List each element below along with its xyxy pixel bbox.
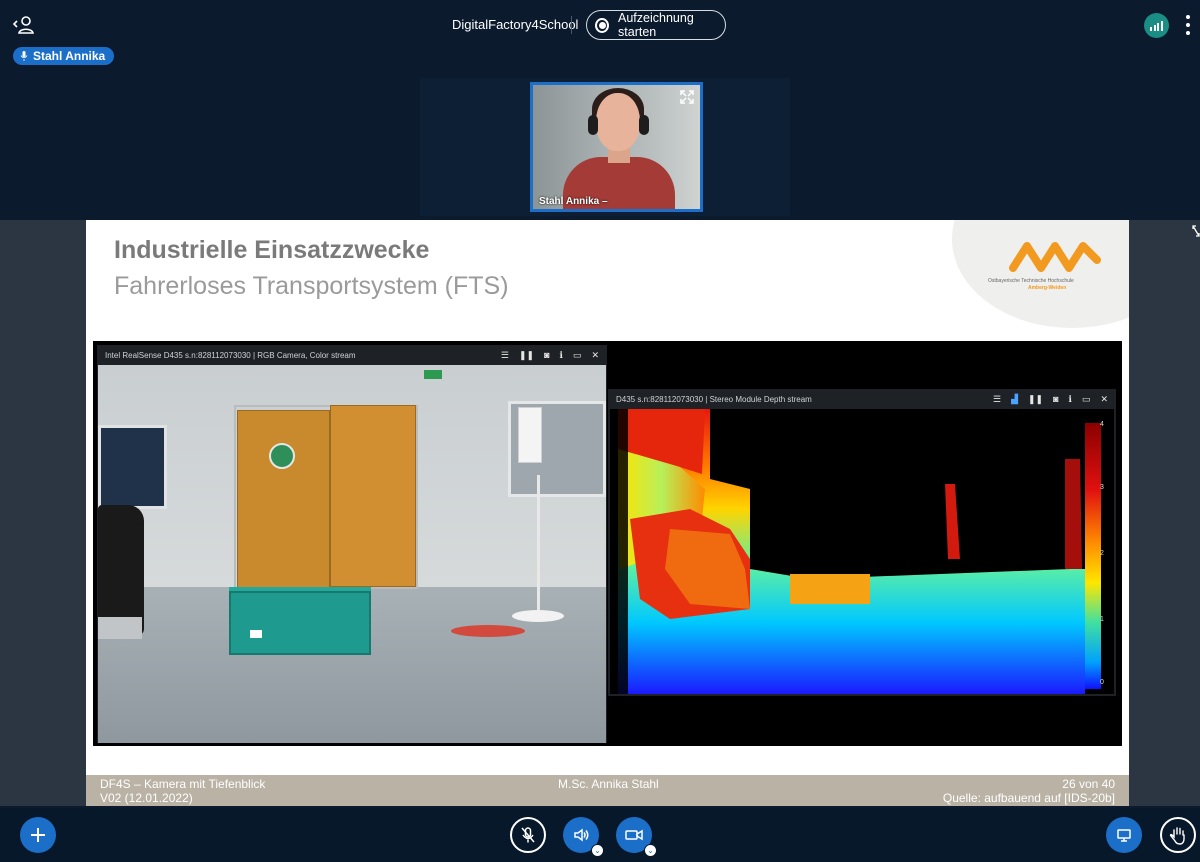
screen-share-button[interactable] <box>1106 817 1142 853</box>
headset-left-icon <box>588 115 598 135</box>
wall-poster <box>98 425 167 509</box>
connection-status-icon[interactable] <box>1144 13 1169 38</box>
title-divider <box>571 16 572 34</box>
meeting-title: DigitalFactory4School <box>452 17 579 32</box>
depth-scale-tick: 4 <box>1100 421 1104 428</box>
muted-microphone-icon <box>521 827 535 843</box>
start-recording-button[interactable]: Aufzeichnung starten <box>586 10 726 40</box>
video-options-chevron-icon[interactable]: ⌄ <box>644 844 657 857</box>
bottom-action-bar: ⌄ ⌄ <box>0 808 1200 862</box>
slide-subtitle: Fahrerloses Transportsystem (FTS) <box>114 272 509 300</box>
webcam-tile[interactable]: Stahl Annika – <box>530 82 703 212</box>
info-icon: ℹ <box>559 349 563 360</box>
door-sign-icon <box>269 443 295 469</box>
floor-marker <box>451 625 525 637</box>
presentation-margin-right <box>1129 220 1200 806</box>
webcam-person-face <box>596 93 640 151</box>
maximize-icon: ▭ <box>572 349 582 360</box>
slide-title: Industrielle Einsatzzwecke <box>114 236 430 264</box>
pause-icon: ❚❚ <box>518 349 535 360</box>
audio-button[interactable]: ⌄ <box>563 817 604 857</box>
dispenser-pole <box>537 475 540 620</box>
disinfectant-dispenser <box>518 407 542 463</box>
talking-user-name: Stahl Annika <box>33 49 106 63</box>
depth-scale-tick: 0 <box>1100 679 1104 686</box>
realsense-viewer: Intel RealSense D435 s.n:828112073030 | … <box>93 341 1122 746</box>
speaker-icon <box>574 828 589 842</box>
presentation-margin-left <box>0 220 86 806</box>
info-icon: ℹ <box>1068 393 1072 404</box>
slide-footer: DF4S – Kamera mit Tiefenblick V02 (12.01… <box>86 775 1129 806</box>
crate-label <box>250 630 262 638</box>
snapshot-camera-icon: ◙ <box>544 350 550 360</box>
expand-icon[interactable] <box>679 89 695 105</box>
headset-right-icon <box>639 115 649 135</box>
close-icon: ✕ <box>591 349 599 360</box>
rgb-camera-image <box>98 365 606 743</box>
depth-map <box>610 409 1114 694</box>
audio-options-chevron-icon[interactable]: ⌄ <box>591 844 604 857</box>
chair-base <box>98 617 142 639</box>
footer-source: Quelle: aufbauend auf [IDS-20b] <box>942 791 1115 805</box>
depth-image: 4 3 2 1 0 <box>610 409 1114 694</box>
close-icon: ✕ <box>1100 393 1108 404</box>
office-chair <box>98 505 144 635</box>
rgb-window-controls: ☰ ❚❚ ◙ ℹ ▭ ✕ <box>501 350 599 361</box>
pause-icon: ❚❚ <box>1027 393 1044 404</box>
footer-version: V02 (12.01.2022) <box>100 791 193 805</box>
presentation-slide: Ostbayerische Technische Hochschule Ambe… <box>86 220 1129 806</box>
snapshot-camera-icon: ◙ <box>1053 394 1059 404</box>
webcam-name-label: Stahl Annika – <box>539 196 608 207</box>
maximize-icon: ▭ <box>1081 393 1091 404</box>
plus-icon <box>31 828 45 842</box>
meeting-app: DigitalFactory4School Aufzeichnung start… <box>0 0 1200 862</box>
rgb-window-title: Intel RealSense D435 s.n:828112073030 | … <box>105 350 356 360</box>
talking-indicator[interactable]: Stahl Annika <box>13 47 115 65</box>
kebab-menu-icon[interactable] <box>1185 15 1191 35</box>
university-logo-icon <box>1009 242 1101 272</box>
depth-window-titlebar: D435 s.n:828112073030 | Stereo Module De… <box>608 389 1116 409</box>
footer-course-title: DF4S – Kamera mit Tiefenblick <box>100 777 266 791</box>
depth-scale-tick: 3 <box>1100 484 1104 491</box>
depth-scale-tick: 1 <box>1100 616 1104 623</box>
top-bar: DigitalFactory4School Aufzeichnung start… <box>0 0 1200 48</box>
footer-page-number: 26 von 40 <box>1062 777 1115 791</box>
rgb-window-titlebar: Intel RealSense D435 s.n:828112073030 | … <box>97 345 607 365</box>
hand-icon <box>1169 827 1185 845</box>
door-right-panel <box>330 405 416 587</box>
teal-crate <box>229 591 371 655</box>
raise-hand-button[interactable] <box>1160 817 1196 853</box>
start-recording-label: Aufzeichnung starten <box>618 11 694 39</box>
histogram-icon: ▟ <box>1011 393 1018 404</box>
record-icon <box>595 17 610 33</box>
depth-window-controls: ☰ ▟ ❚❚ ◙ ℹ ▭ ✕ <box>993 394 1108 405</box>
door-left-panel <box>237 410 330 588</box>
info-list-icon: ☰ <box>992 393 1002 404</box>
dispenser-base <box>512 610 564 622</box>
camera-icon <box>625 829 643 841</box>
microphone-icon <box>20 51 28 61</box>
rgb-stream-window: Intel RealSense D435 s.n:828112073030 | … <box>97 345 607 743</box>
footer-author: M.Sc. Annika Stahl <box>558 777 659 791</box>
logo-text-line1: Ostbayerische Technische Hochschule <box>988 278 1074 284</box>
depth-stream-window: D435 s.n:828112073030 | Stereo Module De… <box>608 389 1116 696</box>
info-list-icon: ☰ <box>500 349 509 360</box>
user-list-toggle-icon[interactable] <box>12 14 36 36</box>
depth-scale-tick: 2 <box>1100 550 1104 557</box>
screen-share-icon <box>1117 829 1131 842</box>
actions-plus-button[interactable] <box>20 817 56 853</box>
exit-sign-icon <box>424 370 442 379</box>
video-button[interactable]: ⌄ <box>616 817 657 857</box>
unmute-microphone-button[interactable] <box>510 817 546 853</box>
fullscreen-presentation-icon[interactable] <box>1192 224 1200 237</box>
depth-window-title: D435 s.n:828112073030 | Stereo Module De… <box>616 394 812 404</box>
logo-text-line2: Amberg-Weiden <box>1028 285 1067 291</box>
